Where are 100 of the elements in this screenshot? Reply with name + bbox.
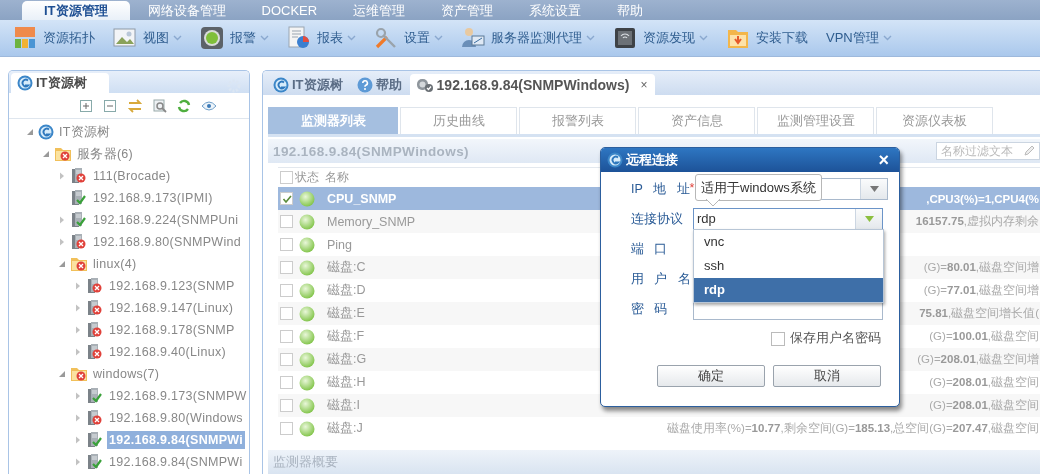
- field-label: 用 户 名: [631, 270, 692, 288]
- table-cell: 磁盘使用率(%)=10.77,剩余空间(G)=185.13,总空间(G)=207.47,磁盘空间: [667, 421, 1040, 436]
- required-mark: *: [689, 180, 695, 195]
- toolbar-menu[interactable]: VPN管理: [826, 29, 879, 47]
- close-button[interactable]: ×: [640, 77, 648, 92]
- panel-tab[interactable]: IT资源树: [267, 74, 349, 95]
- column-header: 名称: [325, 169, 349, 186]
- dropdown-option[interactable]: rdp: [694, 278, 883, 302]
- checkbox[interactable]: [280, 330, 293, 343]
- expander-icon[interactable]: [57, 259, 67, 269]
- expander-icon[interactable]: [57, 369, 67, 379]
- checkbox[interactable]: [280, 192, 293, 205]
- toolbar-menu[interactable]: 报表: [317, 29, 343, 47]
- table-cell: (G)=208.01,磁盘空间: [929, 398, 1040, 413]
- refresh-icon[interactable]: [177, 98, 191, 113]
- panel-tab[interactable]: 192.168.9.84(SNMPWindows) ×: [409, 74, 656, 95]
- tree-item[interactable]: 192.168.9.147(Linux): [107, 299, 236, 317]
- table-cell[interactable]: 磁盘:G: [327, 351, 487, 368]
- tree-item[interactable]: 192.168.9.173(SNMPW: [107, 387, 249, 405]
- tree-item[interactable]: 192.168.9.173(IPMI): [91, 189, 215, 207]
- tree-item[interactable]: windows(7): [91, 365, 162, 383]
- dialog-button[interactable]: 取消: [773, 365, 881, 387]
- table-cell: (G)=80.01,磁盘空间增: [923, 260, 1040, 275]
- checkbox[interactable]: [280, 353, 293, 366]
- table-cell[interactable]: CPU_SNMP: [327, 191, 487, 206]
- tree-item[interactable]: 192.168.9.224(SNMPUni: [91, 211, 241, 229]
- checkbox[interactable]: [280, 376, 293, 389]
- dropdown-option[interactable]: ssh: [694, 254, 883, 278]
- tree-item[interactable]: 192.168.9.80(Windows: [107, 409, 245, 427]
- sub-tab[interactable]: 资源仪表板: [876, 107, 993, 134]
- dialog-button[interactable]: 确定: [657, 365, 765, 387]
- checkbox[interactable]: [280, 261, 293, 274]
- sub-tab[interactable]: 历史曲线: [400, 107, 517, 134]
- nav-tab[interactable]: IT资源管理: [22, 1, 130, 20]
- toolbar-menu[interactable]: 安装下载: [756, 29, 808, 47]
- checkbox[interactable]: [280, 307, 293, 320]
- table-cell[interactable]: 磁盘:I: [327, 397, 487, 414]
- nav-tab[interactable]: 资产管理: [423, 1, 512, 20]
- checkbox[interactable]: [280, 422, 293, 435]
- toolbar-menu[interactable]: 报警: [230, 29, 256, 47]
- nav-tab[interactable]: 帮助: [599, 1, 662, 20]
- search-icon[interactable]: [153, 98, 167, 113]
- expand-all-icon[interactable]: [79, 98, 93, 113]
- expander-icon[interactable]: [41, 149, 51, 159]
- toolbar-menu[interactable]: 服务器监测代理: [491, 29, 582, 47]
- checkbox[interactable]: [280, 399, 293, 412]
- dropdown-option[interactable]: vnc: [694, 230, 883, 254]
- table-cell[interactable]: 磁盘:C: [327, 259, 487, 276]
- tree-item[interactable]: 192.168.9.80(SNMPWind: [91, 233, 244, 251]
- toolbar-menu[interactable]: 资源拓扑: [43, 29, 95, 47]
- dropdown-arrow-icon: [869, 186, 879, 192]
- nav-tab[interactable]: 网络设备管理: [129, 1, 244, 20]
- expander-icon[interactable]: [25, 127, 35, 137]
- tree-item[interactable]: linux(4): [91, 255, 139, 273]
- eye-icon[interactable]: [201, 99, 217, 112]
- sub-tab[interactable]: 监测管理设置: [757, 107, 874, 134]
- tree-item[interactable]: 服务器(6): [75, 143, 136, 165]
- tree-item[interactable]: 192.168.9.123(SNMP: [107, 277, 237, 295]
- logo-icon: [38, 124, 54, 140]
- nav-tab[interactable]: 系统设置: [511, 1, 600, 20]
- table-cell[interactable]: Ping: [327, 237, 487, 252]
- toolbar-menu[interactable]: 设置: [404, 29, 430, 47]
- device-icon: [613, 26, 637, 50]
- nav-tab[interactable]: 运维管理: [335, 1, 424, 20]
- table-cell[interactable]: Memory_SNMP: [327, 214, 487, 229]
- toolbar-menu[interactable]: 视图: [143, 29, 169, 47]
- tree-item[interactable]: IT资源树: [57, 121, 113, 143]
- swap-icon[interactable]: [127, 98, 143, 113]
- field-label: 端 口: [631, 240, 669, 258]
- tools-icon: [374, 26, 398, 50]
- table-cell: (G)=208.01,磁盘空间增: [917, 352, 1040, 367]
- filter-field[interactable]: 名称过滤文本: [936, 142, 1040, 160]
- checkbox[interactable]: [280, 284, 293, 297]
- collapse-all-icon[interactable]: [103, 98, 117, 113]
- tree-item[interactable]: 192.168.9.84(SNMPWi: [107, 431, 246, 449]
- sub-tab[interactable]: 资产信息: [638, 107, 755, 134]
- table-cell[interactable]: 磁盘:H: [327, 374, 487, 391]
- field-label: 连接协议: [631, 210, 684, 228]
- table-cell[interactable]: 磁盘:E: [327, 305, 487, 322]
- sub-tab[interactable]: 报警列表: [519, 107, 636, 134]
- panel-tab[interactable]: IT资源树: [11, 73, 109, 93]
- table-cell[interactable]: 磁盘:D: [327, 282, 487, 299]
- checkbox[interactable]: [771, 331, 785, 346]
- table-cell[interactable]: 磁盘:F: [327, 328, 487, 345]
- tree-item[interactable]: 111(Brocade): [91, 167, 173, 185]
- logo-icon: [17, 75, 33, 91]
- panel-tab[interactable]: 帮助: [350, 74, 408, 95]
- sub-tab[interactable]: 监测器列表: [268, 107, 398, 134]
- logo-icon: [607, 152, 623, 168]
- checkbox[interactable]: [280, 215, 293, 228]
- checkbox[interactable]: [280, 238, 293, 251]
- table-cell[interactable]: 磁盘:J: [327, 420, 487, 437]
- close-button[interactable]: ×: [878, 151, 889, 169]
- tree-item[interactable]: 192.168.9.84(SNMPWi: [107, 453, 245, 471]
- nav-tab[interactable]: DOCKER: [243, 1, 336, 20]
- toolbar-menu[interactable]: 资源发现: [643, 29, 695, 47]
- tree-item[interactable]: 192.168.9.178(SNMP: [107, 321, 237, 339]
- report-icon: [287, 26, 311, 50]
- checkbox[interactable]: [280, 171, 293, 184]
- tree-item[interactable]: 192.168.9.40(Linux): [107, 343, 228, 361]
